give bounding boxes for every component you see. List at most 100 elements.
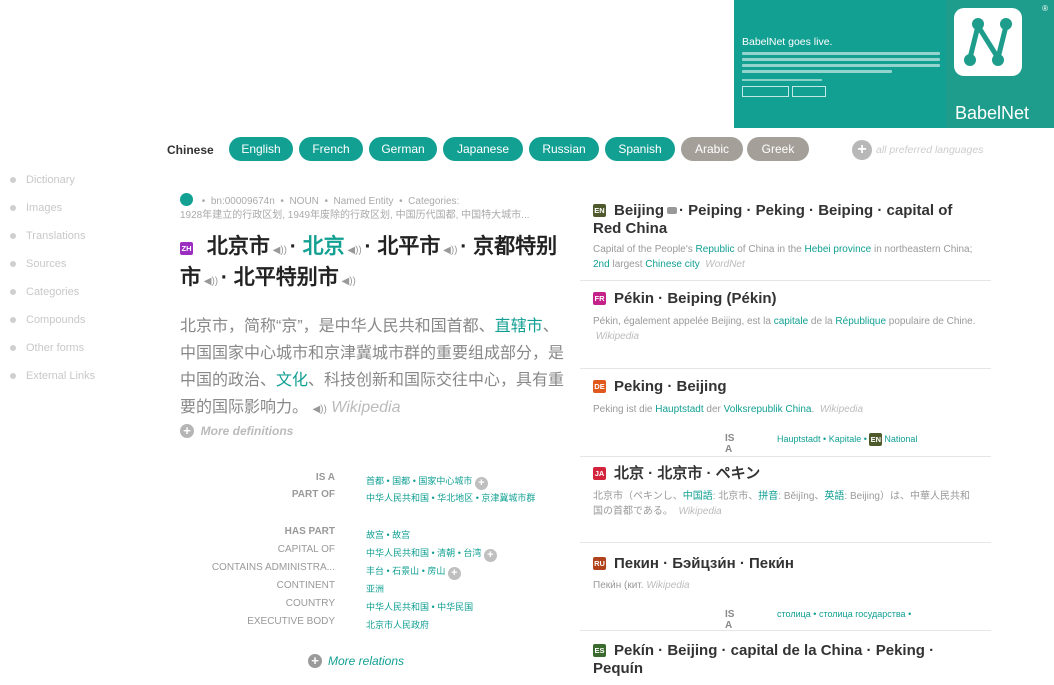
relation-link[interactable]: 中华民国 [437, 602, 473, 612]
lang-tab-russian[interactable]: Russian [529, 137, 599, 161]
definition-link[interactable]: 直辖市 [495, 318, 543, 335]
relation-row: CAPITAL OF 中华人民共和国 • 清朝 • 台湾 + [180, 544, 580, 562]
definition-link[interactable]: 文化 [276, 372, 308, 389]
add-icon[interactable]: + [483, 549, 497, 562]
all-preferred-languages-link[interactable]: + all preferred languages [852, 140, 983, 160]
promo-button[interactable] [742, 86, 789, 97]
isa-link[interactable]: National [884, 434, 917, 444]
more-relations-button[interactable]: + More relations [308, 654, 404, 668]
desc-link[interactable]: Volksrepublik China [724, 404, 812, 415]
relation-key: COUNTRY [285, 598, 335, 609]
isa-key: IS A [725, 609, 735, 631]
desc-link[interactable]: 拼音 [758, 491, 778, 502]
add-icon: + [180, 424, 194, 438]
entry-source[interactable]: Wikipedia [596, 331, 639, 342]
relation-values: 中华人民共和国 • 华北地区 • 京津冀城市群 [366, 493, 536, 503]
sidebar-item-compounds[interactable]: Compounds [10, 314, 160, 342]
relation-link[interactable]: 京津冀城市群 [481, 493, 535, 503]
entry-source[interactable]: Wikipedia [646, 580, 689, 591]
synset-categories[interactable]: 1928年建立的行政区划, 1949年废除的行政区划, 中国历代国都, 中国特大… [180, 210, 530, 221]
relation-link[interactable]: 丰台 [366, 566, 384, 576]
lang-tab-greek[interactable]: Greek [747, 137, 809, 161]
isa-link[interactable]: Kapitale [829, 434, 862, 444]
relation-key: CONTINENT [276, 580, 335, 591]
relation-link[interactable]: 亚洲 [366, 584, 384, 594]
relation-link[interactable]: 首都 [366, 476, 384, 486]
synset-pos: NOUN [289, 196, 319, 207]
desc-link[interactable]: Chinese city [645, 259, 699, 270]
relation-link[interactable]: 故宫 [366, 530, 384, 540]
lang-tab-french[interactable]: French [299, 137, 363, 161]
divider [580, 280, 991, 281]
speaker-icon[interactable]: ◀)) [201, 276, 221, 287]
entry-desc-ja: 北京市（ペキンし、中国語: 北京市、拼音: Běijīng、英語: Beijin… [593, 491, 970, 517]
sidebar-item-external-links[interactable]: External Links [10, 370, 160, 398]
speaker-icon[interactable]: ◀)) [345, 245, 365, 256]
relation-link[interactable]: 国家中心城市 [418, 476, 472, 486]
sidebar-item-sources[interactable]: Sources [10, 258, 160, 286]
bullet-icon [10, 373, 16, 380]
desc-link[interactable]: 英語 [824, 491, 844, 502]
add-icon: + [308, 654, 322, 668]
relation-link[interactable]: 石景山 [392, 566, 419, 576]
add-icon[interactable]: + [447, 567, 461, 580]
isa-link[interactable]: столица государства [819, 609, 906, 619]
isa-link[interactable]: столица [777, 609, 811, 619]
lang-badge-es: ES [593, 644, 606, 657]
isa-key: IS A [725, 433, 735, 455]
relation-link[interactable]: 华北地区 [437, 493, 473, 503]
bullet-icon [10, 233, 16, 240]
relation-link[interactable]: 北京市人民政府 [366, 620, 429, 630]
lang-tab-japanese[interactable]: Japanese [443, 137, 523, 161]
relation-link[interactable]: 中华人民共和国 [366, 548, 429, 558]
desc-link[interactable]: capitale [774, 316, 808, 327]
comment-icon[interactable] [667, 207, 678, 214]
sidebar-item-other-forms[interactable]: Other forms [10, 342, 160, 370]
relation-link[interactable]: 国都 [392, 476, 410, 486]
globe-icon [180, 193, 193, 206]
lang-tab-german[interactable]: German [369, 137, 437, 161]
lemma[interactable]: 北平特别市 [234, 266, 339, 289]
relation-link[interactable]: 故宫 [392, 530, 410, 540]
desc-link[interactable]: Hauptstadt [655, 404, 703, 415]
desc-link[interactable]: Republic [696, 244, 735, 255]
relation-link[interactable]: 中华人民共和国 [366, 602, 429, 612]
babelnet-logo[interactable]: ® BabelNet [946, 0, 1054, 128]
sidebar-item-categories[interactable]: Categories [10, 286, 160, 314]
lang-tab-english[interactable]: English [229, 137, 293, 161]
relation-link[interactable]: 台湾 [463, 548, 481, 558]
entry-source[interactable]: Wikipedia [678, 506, 721, 517]
relation-link[interactable]: 中华人民共和国 [366, 493, 429, 503]
lang-tab-arabic[interactable]: Arabic [681, 137, 743, 161]
relation-link[interactable]: 房山 [427, 566, 445, 576]
entry-source[interactable]: WordNet [705, 259, 744, 270]
isa-link[interactable]: Hauptstadt [777, 434, 821, 444]
divider [580, 630, 991, 631]
relation-link[interactable]: 清朝 [437, 548, 455, 558]
speaker-icon[interactable]: ◀)) [312, 404, 326, 415]
entry-source[interactable]: Wikipedia [820, 404, 863, 415]
desc-link[interactable]: Hebei province [805, 244, 872, 255]
lemma[interactable]: 北京市 [207, 235, 270, 258]
more-definitions-button[interactable]: + More definitions [180, 424, 293, 438]
sidebar-item-images[interactable]: Images [10, 202, 160, 230]
sidebar-item-translations[interactable]: Translations [10, 230, 160, 258]
sidebar-item-dictionary[interactable]: Dictionary [10, 174, 160, 202]
entry-desc-de: Peking ist die Hauptstadt der Volksrepub… [593, 404, 864, 415]
lang-badge-zh: ZH [180, 242, 193, 255]
desc-link[interactable]: 2nd [593, 259, 610, 270]
relation-values: 丰台 • 石景山 • 房山 + [366, 562, 566, 580]
lemma-highlighted[interactable]: 北京 [303, 235, 345, 258]
lang-tab-spanish[interactable]: Spanish [605, 137, 675, 161]
speaker-icon[interactable]: ◀)) [270, 245, 290, 256]
desc-link[interactable]: 中国語 [683, 491, 713, 502]
speaker-icon[interactable]: ◀)) [440, 245, 460, 256]
promo-button[interactable] [792, 86, 826, 97]
promo-banner[interactable]: BabelNet goes live. ® BabelNet [734, 0, 1054, 128]
entry-title-de: DE Peking · Beijing [593, 378, 727, 395]
speaker-icon[interactable]: ◀)) [339, 276, 356, 287]
desc-link[interactable]: République [835, 316, 886, 327]
definition-source[interactable]: Wikipedia [331, 399, 400, 416]
lemma[interactable]: 北平市 [377, 235, 440, 258]
lang-badge-en: EN [593, 204, 606, 217]
